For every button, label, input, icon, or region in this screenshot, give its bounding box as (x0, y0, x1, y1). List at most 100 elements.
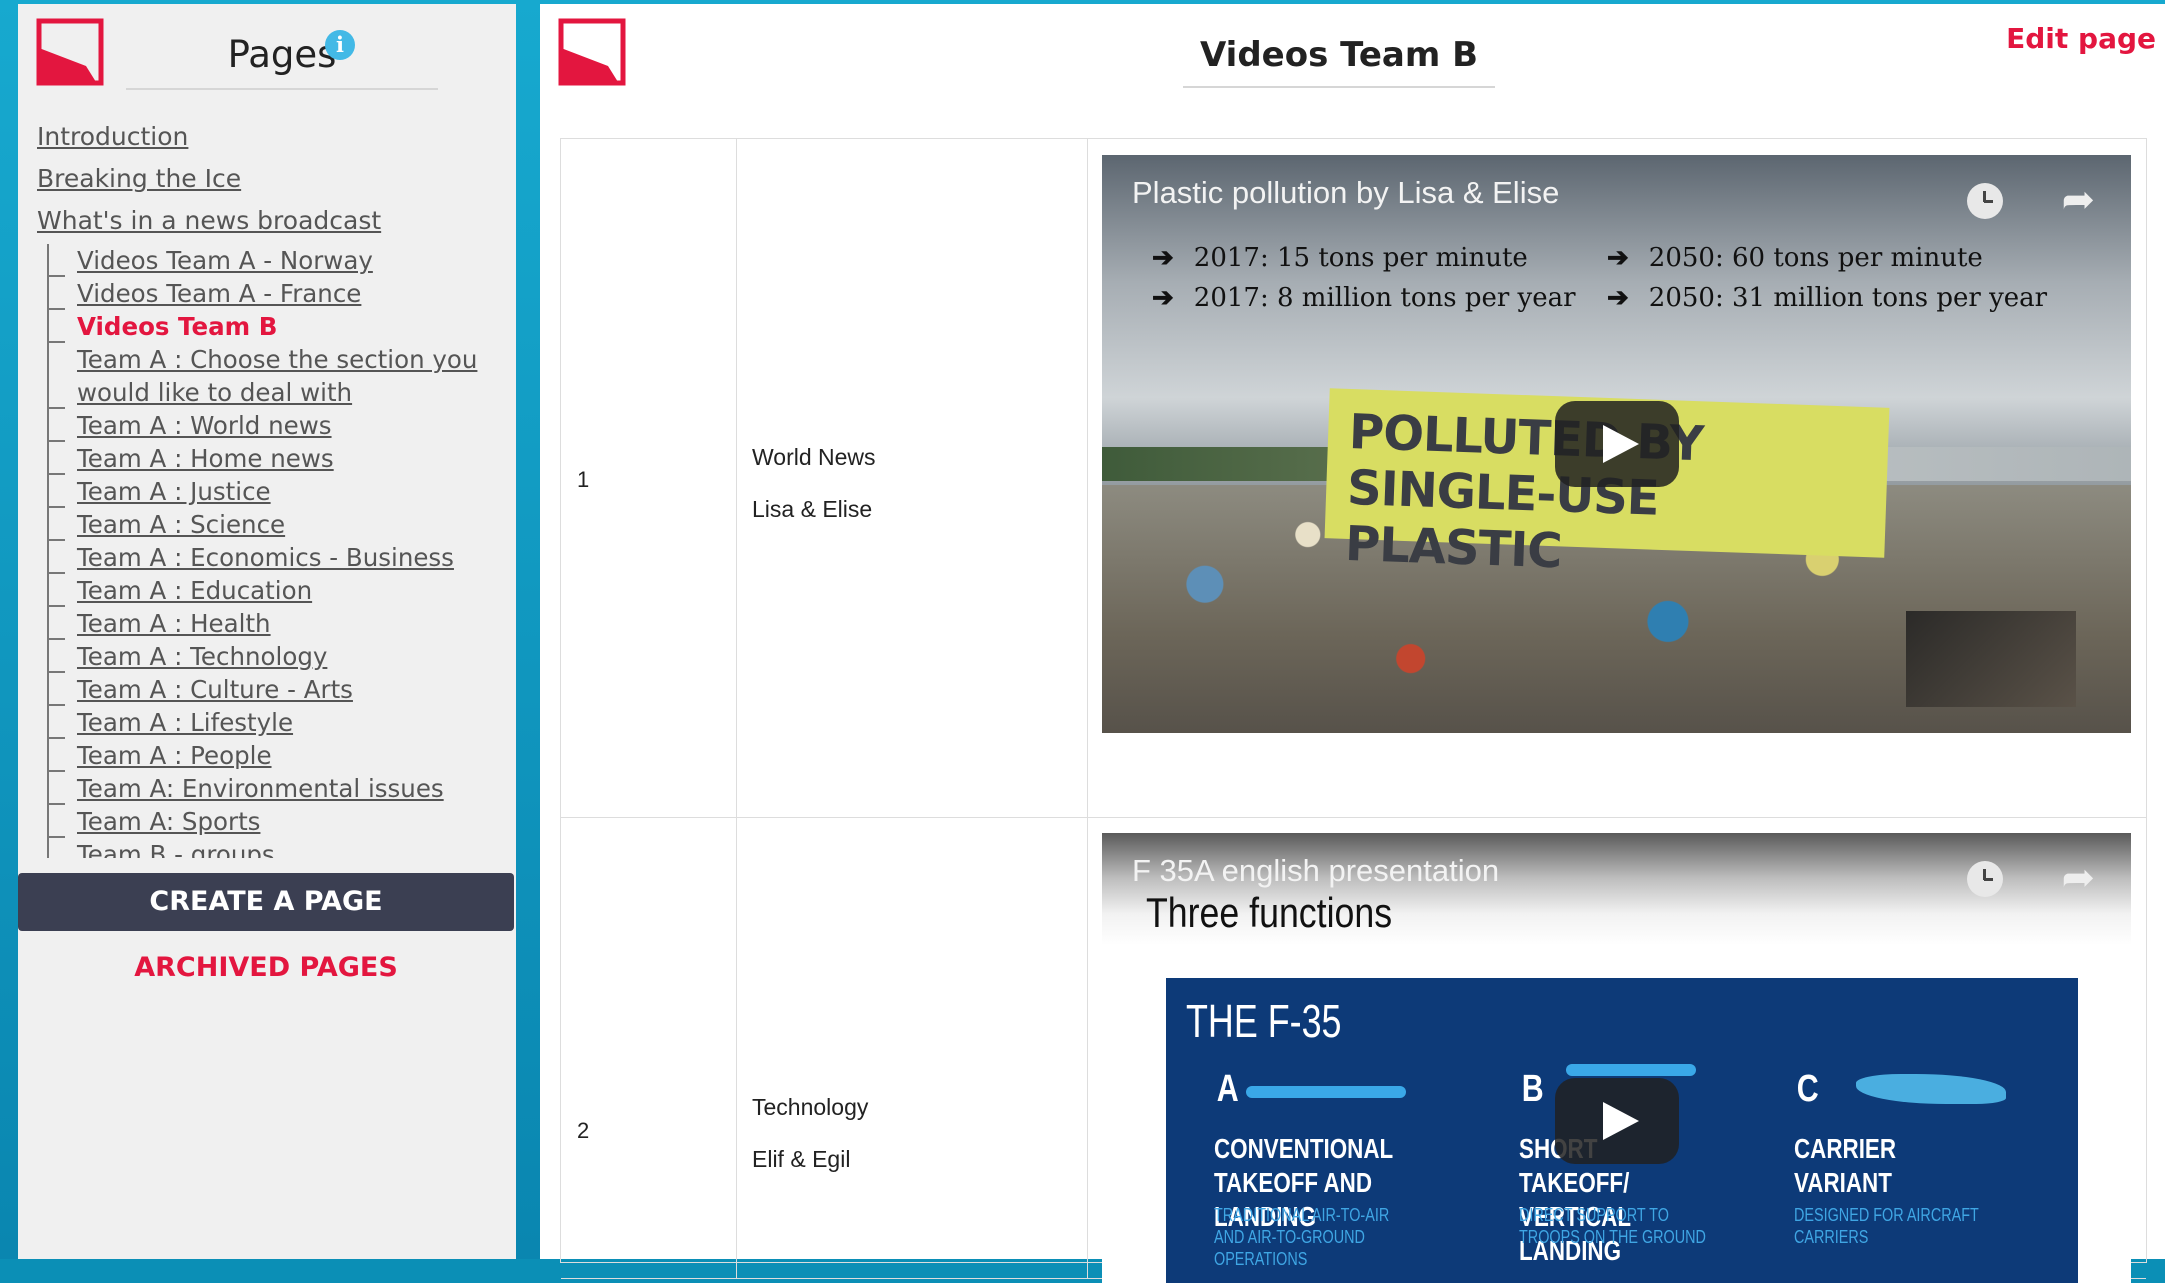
list-item: Team A : Technology (37, 640, 507, 673)
page-link[interactable]: Team A : Economics - Business (77, 543, 454, 572)
page-link[interactable]: Team A : People (77, 741, 272, 770)
page-link-introduction[interactable]: Introduction (37, 116, 507, 158)
table-cell-number: 2 (561, 818, 737, 1278)
page-link[interactable]: Team A : Lifestyle (77, 708, 293, 737)
jet-c-icon (1856, 1074, 2006, 1104)
table-cell-info: World News Lisa & Elise (738, 139, 1088, 817)
variant-letter: A (1216, 1068, 1239, 1110)
variant-letter: B (1521, 1068, 1544, 1110)
archived-pages-link[interactable]: ARCHIVED PAGES (18, 952, 514, 983)
page-link-breaking-the-ice[interactable]: Breaking the Ice (37, 158, 507, 200)
pages-sidebar: Pages i Introduction Breaking the Ice Wh… (18, 4, 516, 1259)
arrow-icon: ➔ (1152, 243, 1174, 273)
variant-a: A CONVENTIONAL TAKEOFF AND LANDING TRADI… (1214, 1068, 1393, 1269)
page-link[interactable]: Videos Team A - Norway (77, 246, 373, 275)
video-inset-webcam (1906, 611, 2076, 707)
list-item: Team A: Sports (37, 805, 507, 838)
list-item: Team A : Health (37, 607, 507, 640)
edit-page-link[interactable]: Edit page (2006, 22, 2156, 55)
row-category: World News (752, 444, 876, 470)
play-icon[interactable] (1555, 1078, 1679, 1164)
app-logo-icon[interactable] (36, 18, 104, 86)
variant-description: TRADITIONAL AIR-TO-AIR AND AIR-TO-GROUND… (1214, 1205, 1390, 1269)
row-authors: Elif & Egil (752, 1146, 851, 1172)
variant-c: C CARRIER VARIANT DESIGNED FOR AIRCRAFT … (1794, 1068, 1979, 1247)
list-item: Team A : Justice (37, 475, 507, 508)
page-link[interactable]: Team A : Education (77, 576, 312, 605)
page-link[interactable]: Team A : Choose the section you would li… (77, 345, 477, 407)
list-item: Team A : Science (37, 508, 507, 541)
video-title[interactable]: F 35A english presentation (1132, 853, 1499, 889)
page-link[interactable]: Team A: Environmental issues (77, 774, 444, 803)
watch-later-icon[interactable] (1967, 183, 2003, 219)
list-item: Videos Team A - France (37, 277, 507, 310)
sidebar-header: Pages (126, 24, 438, 90)
list-item: Team A : Choose the section you would li… (37, 343, 507, 409)
page-link[interactable]: Team A : Home news (77, 444, 334, 473)
stat-item: ➔ 2050: 60 tons per minute (1607, 243, 1983, 273)
list-item-active: Videos Team B (37, 310, 507, 343)
row-number: 1 (577, 467, 590, 492)
variant-description: DESIGNED FOR AIRCRAFT CARRIERS (1794, 1205, 1979, 1247)
page-link[interactable]: Team A : Justice (77, 477, 271, 506)
video-title[interactable]: Plastic pollution by Lisa & Elise (1132, 175, 1559, 211)
list-item: Team A : Education (37, 574, 507, 607)
page-link-news-broadcast[interactable]: What's in a news broadcast (37, 200, 507, 242)
play-icon[interactable] (1555, 401, 1679, 487)
arrow-icon: ➔ (1607, 283, 1629, 313)
list-item: Team A : People (37, 739, 507, 772)
table-cell-number: 1 (561, 139, 737, 817)
video-player[interactable]: F 35A english presentation ➦ Three funct… (1102, 833, 2131, 1283)
variant-description: DIRECT SUPPORT TO TROOPS ON THE GROUND (1519, 1205, 1706, 1247)
main-content: Videos Team B Edit page 1 World News Lis… (540, 4, 2165, 1283)
watch-later-icon[interactable] (1967, 861, 2003, 897)
list-item: Team A : Home news (37, 442, 507, 475)
create-page-button[interactable]: CREATE A PAGE (18, 873, 514, 931)
videos-table: 1 World News Lisa & Elise POLLUTED BY SI… (560, 138, 2147, 1283)
share-icon[interactable]: ➦ (2061, 177, 2095, 223)
page-link[interactable]: Team A : Science (77, 510, 285, 539)
page-link[interactable]: Team A : World news (77, 411, 332, 440)
table-cell-info: Technology Elif & Egil (738, 818, 1088, 1278)
share-icon[interactable]: ➦ (2061, 855, 2095, 901)
page-title: Videos Team B (1199, 35, 1479, 75)
page-header: Videos Team B (1183, 24, 1495, 88)
list-item: Team A: Environmental issues (37, 772, 507, 805)
row-category: Technology (752, 1094, 869, 1120)
sidebar-title: Pages (227, 33, 337, 76)
page-link[interactable]: Team A : Culture - Arts (77, 675, 353, 704)
stat-item: ➔ 2017: 8 million tons per year (1152, 283, 1576, 313)
row-authors: Lisa & Elise (752, 496, 873, 522)
page-link[interactable]: Team A : Technology (77, 642, 327, 671)
variant-letter: C (1796, 1068, 1819, 1110)
row-number: 2 (577, 1118, 590, 1143)
list-item: Videos Team A - Norway (37, 244, 507, 277)
arrow-icon: ➔ (1152, 283, 1174, 313)
sub-pages-list: Videos Team A - Norway Videos Team A - F… (37, 244, 507, 858)
video-player[interactable]: POLLUTED BY SINGLE-USE PLASTIC Plastic p… (1102, 155, 2131, 733)
jet-a-icon (1246, 1086, 1406, 1098)
list-item: Team A : Lifestyle (37, 706, 507, 739)
app-logo-icon[interactable] (558, 18, 626, 86)
pages-list[interactable]: Introduction Breaking the Ice What's in … (37, 116, 507, 858)
stat-item: ➔ 2017: 15 tons per minute (1152, 243, 1528, 273)
page-link[interactable]: Team A : Health (77, 609, 271, 638)
page-link[interactable]: Videos Team A - France (77, 279, 361, 308)
page-link-current[interactable]: Videos Team B (77, 312, 277, 341)
list-item: Team A : Economics - Business (37, 541, 507, 574)
variant-name: CARRIER VARIANT (1794, 1133, 1897, 1198)
page-link[interactable]: Team B - groups (77, 840, 275, 858)
stat-item: ➔ 2050: 31 million tons per year (1607, 283, 2048, 313)
table-row: 1 World News Lisa & Elise POLLUTED BY SI… (561, 139, 2146, 818)
list-item: Team A : World news (37, 409, 507, 442)
jet-b-icon (1566, 1064, 1696, 1076)
slide-panel-title: THE F-35 (1186, 995, 1342, 1047)
slide-heading: Three functions (1146, 889, 1393, 936)
list-item: Team A : Culture - Arts (37, 673, 507, 706)
variant-b: B SHORT TAKEOFF/ VERTICAL LANDING DIRECT… (1519, 1068, 1706, 1266)
info-icon[interactable]: i (325, 30, 355, 60)
arrow-icon: ➔ (1607, 243, 1629, 273)
list-item: Team B - groups (37, 838, 507, 858)
table-row: 2 Technology Elif & Egil F 35A english p… (561, 818, 2146, 1283)
page-link[interactable]: Team A: Sports (77, 807, 260, 836)
